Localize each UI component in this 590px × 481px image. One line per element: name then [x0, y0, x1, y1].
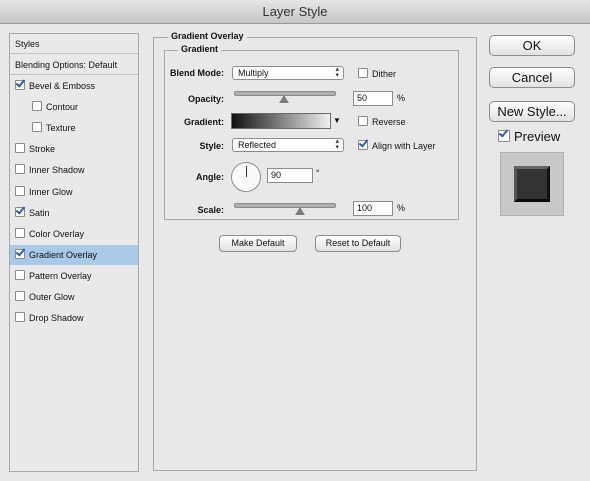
sidebar-item-contour[interactable]: Contour: [10, 97, 138, 117]
sidebar-item-label: Stroke: [29, 144, 56, 155]
scale-field[interactable]: 100: [353, 201, 393, 216]
checkbox-icon[interactable]: [15, 312, 25, 323]
gradient-label: Gradient:: [183, 117, 224, 127]
updown-arrows-icon: ▴ ▾: [335, 138, 339, 151]
sidebar-item-label: Pattern Overlay: [29, 270, 92, 281]
style-select[interactable]: Reflected ▴ ▾: [232, 138, 344, 152]
angle-unit: °: [316, 168, 320, 178]
align-label: Align with Layer: [372, 141, 436, 151]
preview-square: [514, 166, 550, 202]
slider-thumb-icon[interactable]: [295, 207, 305, 215]
gradient-overlay-title: Gradient Overlay: [168, 31, 247, 41]
checkbox-icon[interactable]: [15, 143, 25, 154]
checkbox-icon[interactable]: [498, 130, 510, 142]
sidebar-item-inner-glow[interactable]: Inner Glow: [10, 182, 138, 202]
opacity-label: Opacity:: [187, 94, 224, 104]
checkbox-icon[interactable]: [15, 80, 25, 90]
preview-label: Preview: [514, 129, 561, 144]
make-default-button[interactable]: Make Default: [219, 235, 297, 252]
sidebar-item-inner-shadow[interactable]: Inner Shadow: [10, 160, 138, 180]
dither-label: Dither: [372, 69, 397, 79]
sidebar-item-label: Outer Glow: [29, 292, 75, 302]
gradient-subgroup-title: Gradient: [178, 44, 222, 54]
blend-mode-label: Blend Mode:: [170, 68, 224, 78]
preview-option[interactable]: Preview: [498, 129, 560, 145]
new-style-button[interactable]: New Style...: [489, 101, 575, 122]
blend-mode-select[interactable]: Multiply ▴ ▾: [232, 66, 344, 80]
sidebar-item-label: Blending Options: Default: [15, 60, 118, 70]
sidebar-item-label: Styles: [15, 39, 40, 49]
angle-label: Angle:: [196, 172, 224, 182]
angle-dial-icon[interactable]: [231, 162, 261, 192]
styles-sidebar: Styles Blending Options: Default Bevel & E…: [9, 33, 139, 472]
checkbox-icon[interactable]: [15, 291, 25, 301]
layer-style-dialog: Styles Blending Options: Default Bevel & E…: [0, 24, 590, 481]
checkbox-icon[interactable]: [358, 68, 368, 78]
scale-unit: %: [397, 203, 406, 213]
checkbox-icon[interactable]: [15, 185, 25, 196]
reverse-label: Reverse: [372, 117, 406, 127]
angle-dial-needle: [246, 166, 247, 177]
ok-button[interactable]: OK: [489, 35, 575, 56]
sidebar-item-outer-glow[interactable]: Outer Glow: [10, 287, 138, 307]
sidebar-item-blending-options-default[interactable]: Blending Options: Default: [10, 55, 138, 75]
slider-thumb-icon[interactable]: [279, 95, 289, 103]
opacity-field[interactable]: 50: [353, 91, 393, 106]
angle-field[interactable]: 90: [267, 168, 313, 183]
reverse-option[interactable]: Reverse: [358, 116, 406, 127]
triangle-down-icon[interactable]: ▼: [332, 113, 342, 129]
sidebar-item-satin[interactable]: Satin: [10, 203, 138, 223]
checkbox-icon[interactable]: [15, 269, 25, 280]
sidebar-item-stroke[interactable]: Stroke: [10, 139, 138, 159]
sidebar-item-color-overlay[interactable]: Color Overlay: [10, 224, 138, 244]
sidebar-item-pattern-overlay[interactable]: Pattern Overlay: [10, 266, 138, 286]
style-preview-thumbnail: [500, 152, 564, 216]
sidebar-item-label: Contour: [46, 102, 79, 113]
dither-option[interactable]: Dither: [358, 68, 396, 79]
style-value: Reflected: [238, 140, 277, 150]
gradient-swatch[interactable]: [231, 113, 331, 129]
reset-to-default-button[interactable]: Reset to Default: [315, 235, 401, 252]
sidebar-item-label: Texture: [46, 123, 76, 134]
checkbox-icon[interactable]: [15, 206, 25, 217]
scale-slider[interactable]: [234, 203, 336, 208]
checkbox-icon[interactable]: [358, 116, 368, 126]
sidebar-item-label: Gradient Overlay: [29, 249, 98, 260]
checkbox-icon[interactable]: [15, 164, 25, 175]
sidebar-item-gradient-overlay[interactable]: Gradient Overlay: [10, 244, 138, 265]
sidebar-item-label: Color Overlay: [29, 228, 85, 239]
sidebar-item-label: Bevel & Emboss: [29, 81, 96, 91]
scale-label: Scale:: [197, 205, 224, 215]
sidebar-item-drop-shadow[interactable]: Drop Shadow: [10, 308, 138, 328]
checkbox-icon[interactable]: [32, 122, 42, 133]
checkbox-icon[interactable]: [15, 248, 25, 259]
sidebar-item-label: Drop Shadow: [29, 313, 84, 324]
blend-mode-value: Multiply: [238, 68, 269, 78]
sidebar-item-texture[interactable]: Texture: [10, 118, 138, 138]
align-with-layer-option[interactable]: Align with Layer: [358, 140, 436, 151]
updown-arrows-icon: ▴ ▾: [335, 66, 339, 79]
opacity-unit: %: [397, 93, 406, 103]
checkbox-icon[interactable]: [32, 101, 42, 112]
sidebar-item-styles[interactable]: Styles: [10, 34, 138, 54]
sidebar-item-bevel-emboss[interactable]: Bevel & Emboss: [10, 76, 138, 96]
style-label: Style:: [199, 141, 224, 151]
sidebar-item-label: Satin: [29, 207, 50, 218]
sidebar-item-label: Inner Shadow: [29, 165, 85, 176]
sidebar-item-label: Inner Glow: [29, 186, 73, 197]
cancel-button[interactable]: Cancel: [489, 67, 575, 88]
checkbox-icon[interactable]: [358, 140, 368, 150]
checkbox-icon[interactable]: [15, 227, 25, 238]
window-title: Layer Style: [0, 0, 590, 24]
